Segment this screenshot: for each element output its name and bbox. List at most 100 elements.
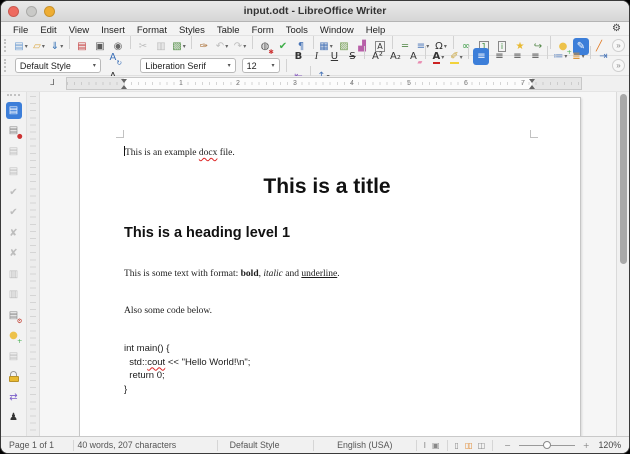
menu-file[interactable]: File (7, 25, 34, 36)
language-status[interactable]: English (USA) (318, 440, 412, 450)
book-view-button[interactable]: ◫ (475, 440, 489, 451)
increase-indent-button[interactable]: ⇥ (595, 48, 611, 65)
toolbar-grip[interactable] (4, 39, 8, 52)
align-center-button[interactable]: ≡ (491, 48, 507, 65)
next-track-change-button[interactable]: ▤ (6, 163, 22, 180)
superscript-button[interactable]: A² (369, 48, 385, 65)
menu-styles[interactable]: Styles (173, 25, 211, 36)
find-replace-button[interactable]: ◍✱ (257, 38, 273, 55)
font-color-button[interactable]: A▾ (430, 49, 446, 66)
tab-stop-selector[interactable]: L (50, 78, 54, 87)
left-indent-marker[interactable] (121, 79, 127, 83)
vertical-ruler[interactable] (27, 92, 40, 436)
toolbar-overflow-button[interactable]: » (612, 59, 625, 72)
update-style-button[interactable]: A↻ (105, 49, 121, 66)
zoom-in-icon[interactable]: + (580, 440, 593, 451)
word-count-status[interactable]: 40 words, 207 characters (77, 440, 212, 450)
reject-change-button[interactable]: ✘ (6, 225, 22, 242)
cut-button[interactable]: ✂ (135, 38, 151, 55)
scrollbar-thumb[interactable] (620, 94, 627, 264)
ordered-list-button[interactable]: ≣▾ (570, 48, 586, 65)
highlight-color-button[interactable]: ✐▾ (448, 49, 464, 66)
menu-form[interactable]: Form (246, 25, 280, 36)
menu-items: FileEditViewInsertFormatStylesTableFormT… (7, 20, 391, 38)
menu-bar: FileEditViewInsertFormatStylesTableFormT… (1, 22, 629, 36)
accept-change-button[interactable]: ✔ (6, 184, 22, 201)
undo-button[interactable]: ↶▾ (214, 38, 230, 55)
menu-edit[interactable]: Edit (34, 25, 62, 36)
zoom-out-icon[interactable]: − (501, 440, 514, 451)
margin-corner-mark (530, 130, 538, 138)
horizontal-ruler[interactable]: 1234567 (66, 77, 582, 90)
zoom-slider-track[interactable] (519, 445, 575, 446)
zoom-level-status[interactable]: 120% (599, 440, 622, 450)
menu-format[interactable]: Format (131, 25, 173, 36)
reject-all-shown-button[interactable]: ▥ (6, 286, 22, 303)
protect-changes-button[interactable]: ▤ (6, 348, 22, 365)
save-status-icon[interactable]: ▣ (429, 440, 443, 451)
previous-track-change-button[interactable]: ▤ (6, 143, 22, 160)
gear-icon[interactable]: ⚙ (612, 23, 621, 34)
document-title-text: This is a title (124, 174, 530, 200)
zoom-slider[interactable]: − + (501, 440, 592, 451)
page-style-status[interactable]: Default Style (222, 440, 309, 450)
redo-button[interactable]: ↷▾ (232, 38, 248, 55)
subscript-button[interactable]: A₂ (387, 48, 403, 65)
paragraph-format-demo: This is some text with format: bold, ita… (124, 268, 530, 281)
unordered-list-button[interactable]: ≔▾ (552, 48, 568, 65)
page-number-status[interactable]: Page 1 of 1 (9, 440, 69, 450)
strikethrough-button[interactable]: S (344, 48, 360, 65)
ruler-ticks (67, 82, 581, 85)
author-stamp-button[interactable]: ♟ (6, 409, 22, 426)
menu-insert[interactable]: Insert (95, 25, 131, 36)
align-right-button[interactable]: ≡ (509, 48, 525, 65)
toolbar-grip[interactable] (7, 94, 20, 98)
window-title: input.odt - LibreOffice Writer (1, 5, 629, 17)
protect-document-button[interactable] (6, 368, 22, 385)
new-document-button[interactable]: ▤▾ (13, 38, 29, 55)
vertical-scrollbar[interactable] (616, 92, 629, 436)
document-page[interactable]: This is an example docx file. This is a … (79, 97, 581, 436)
compare-documents-button[interactable]: ⇄ (6, 389, 22, 406)
zoom-slider-thumb[interactable] (543, 441, 551, 449)
ruler-number: 3 (293, 80, 297, 87)
insert-comment-sidebar-button[interactable]: ●+ (6, 327, 22, 344)
paste-button[interactable]: ▧▾ (171, 38, 187, 55)
save-button[interactable]: ⇓▾ (49, 38, 65, 55)
menu-help[interactable]: Help (360, 25, 392, 36)
ruler-number: 6 (464, 80, 468, 87)
first-line-indent-marker[interactable] (121, 85, 127, 89)
menu-tools[interactable]: Tools (280, 25, 314, 36)
clear-formatting-button[interactable]: A▰ (405, 48, 421, 65)
menu-view[interactable]: View (63, 25, 95, 36)
right-indent-marker-lower[interactable] (529, 85, 535, 89)
paragraph-style-select[interactable]: Default Style ▾ (15, 58, 101, 73)
toolbar-grip[interactable] (4, 59, 8, 72)
clone-formatting-button[interactable]: ✑ (196, 38, 212, 55)
italic-button[interactable]: I (308, 48, 324, 65)
code-line: int main() { (124, 342, 530, 356)
copy-button[interactable]: ▥ (153, 38, 169, 55)
justify-button[interactable]: ≡ (527, 48, 543, 65)
font-name-select[interactable]: Liberation Serif ▾ (140, 58, 235, 73)
right-indent-marker[interactable] (529, 79, 535, 83)
export-pdf-button[interactable]: ▤ (74, 38, 90, 55)
reject-all-changes-button[interactable]: ✘ (6, 245, 22, 262)
menu-window[interactable]: Window (314, 25, 360, 36)
accept-all-shown-button[interactable]: ▥ (6, 266, 22, 283)
ruler-number: 2 (236, 80, 240, 87)
record-track-changes-button[interactable]: ▤● (6, 122, 22, 139)
font-name-value: Liberation Serif (145, 61, 222, 71)
font-size-select[interactable]: 12 ▾ (242, 58, 280, 73)
align-left-button[interactable]: ≡ (473, 48, 489, 65)
show-track-changes-button[interactable]: ▤ (6, 102, 22, 119)
manage-track-changes-button[interactable]: ▤⚙ (6, 307, 22, 324)
open-button[interactable]: ▱▾ (31, 38, 47, 55)
single-page-view-button[interactable]: ▯ (451, 440, 461, 451)
accept-all-changes-button[interactable]: ✔ (6, 204, 22, 221)
underline-button[interactable]: U (326, 48, 342, 65)
menu-table[interactable]: Table (211, 25, 246, 36)
selection-mode-icon[interactable]: I (421, 440, 429, 451)
multi-page-view-button[interactable]: ▯▯ (462, 440, 475, 451)
bold-button[interactable]: B (290, 48, 306, 65)
